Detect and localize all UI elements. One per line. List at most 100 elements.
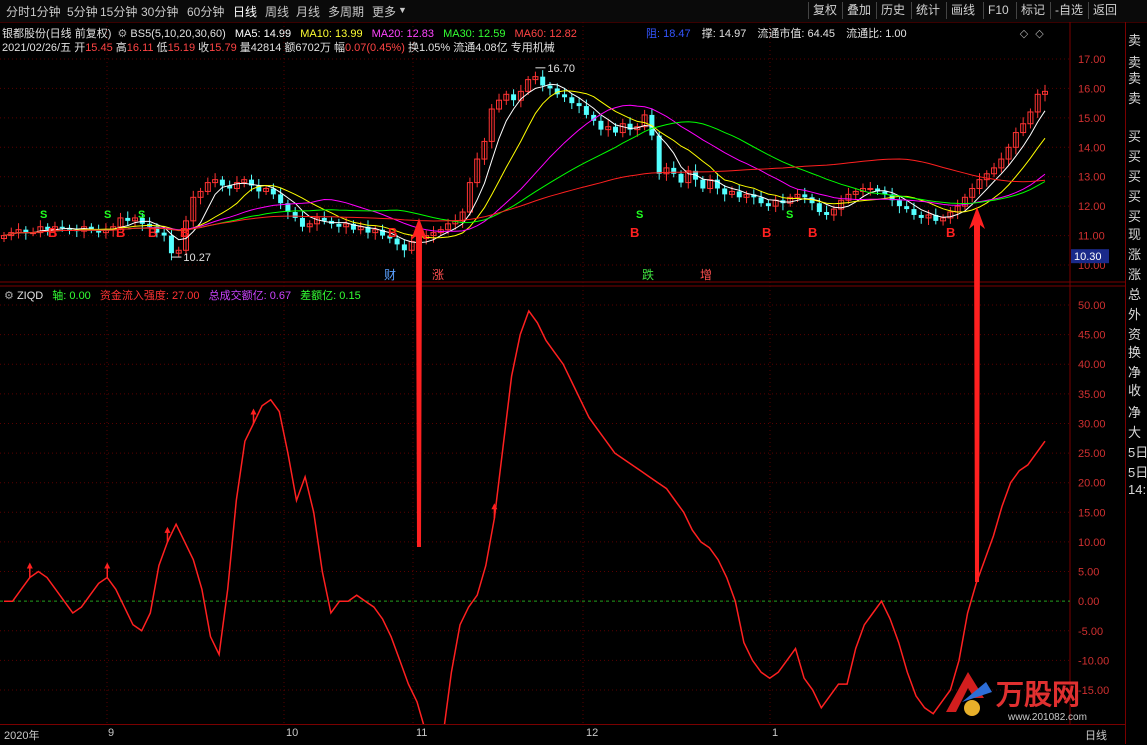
candle-body-down: [678, 173, 684, 183]
period-tab-15min[interactable]: 15分钟: [100, 3, 137, 20]
price-tick-label: 14.00: [1078, 142, 1106, 154]
indicator-tick-label: 25.00: [1078, 448, 1106, 460]
mark-button[interactable]: 标记: [1016, 2, 1049, 19]
ma5-line: [3, 83, 1046, 244]
indicator-arrow-head: [26, 562, 33, 569]
candle-body-down: [511, 94, 517, 101]
f10-button[interactable]: F10: [983, 2, 1013, 19]
indicator-tick-label: 50.00: [1078, 300, 1106, 312]
sell-signal-marker: S: [636, 209, 643, 221]
history-button[interactable]: 历史: [876, 2, 909, 19]
right-panel-label: 买: [1128, 189, 1142, 204]
date-axis-label: 1: [772, 727, 779, 739]
logo-text: 万股网: [996, 678, 1080, 711]
sell-signal-marker: S: [786, 209, 793, 221]
indicator-tick-label: 20.00: [1078, 478, 1106, 490]
date-axis-label: 9: [108, 727, 115, 739]
current-price-tag: 10.30: [1074, 251, 1102, 263]
chevron-down-icon[interactable]: ▼: [398, 5, 407, 15]
indicator-tick-label: 40.00: [1078, 359, 1106, 371]
candle-body-down: [583, 106, 589, 115]
event-label: 财: [384, 268, 396, 282]
indicator-tick-label: 10.00: [1078, 537, 1106, 549]
candle-body-down: [896, 200, 902, 207]
right-panel-label: 买: [1128, 129, 1142, 144]
indicator-arrow-head: [250, 408, 257, 415]
indicator-tick-label: 45.00: [1078, 330, 1106, 342]
candle-body-down: [758, 197, 764, 204]
price-tick-label: 12.00: [1078, 201, 1106, 213]
sell-signal-marker: S: [138, 209, 145, 221]
candle-body-down: [321, 217, 327, 221]
indicator-tick-label: 30.00: [1078, 418, 1106, 430]
period-tab-multi[interactable]: 多周期: [328, 3, 364, 20]
period-tab-60min[interactable]: 60分钟: [187, 3, 224, 20]
date-axis-bar: 2020年 9 10 11 12 1 日线: [0, 724, 1125, 745]
right-panel-label: 卖: [1128, 71, 1142, 86]
buy-signal-marker: B: [946, 225, 955, 240]
event-label: 跌: [642, 267, 654, 282]
period-tab-fenshi[interactable]: 分时: [6, 3, 30, 20]
indicator-tick-label: 35.00: [1078, 389, 1106, 401]
stats-button[interactable]: 统计: [911, 2, 944, 19]
period-tab-weekly[interactable]: 周线: [265, 3, 289, 20]
ma30-line: [3, 121, 1046, 237]
date-axis-label: 2020年: [4, 730, 40, 742]
price-tick-label: 16.00: [1078, 83, 1106, 95]
signal-arrow-right: [969, 207, 985, 582]
buy-signal-marker: B: [116, 225, 125, 240]
period-tab-1min[interactable]: 1分钟: [30, 3, 61, 20]
right-panel-label: 买: [1128, 149, 1142, 164]
candle-body-down: [671, 167, 677, 174]
candle-body-down: [569, 97, 575, 104]
period-tab-30min[interactable]: 30分钟: [141, 3, 178, 20]
price-tick-label: 17.00: [1078, 54, 1106, 66]
event-label: 增: [700, 268, 712, 282]
buy-signal-marker: B: [180, 225, 189, 240]
indicator-arrow-head: [164, 526, 171, 533]
right-panel-label: 14:: [1128, 482, 1147, 497]
period-tab-daily[interactable]: 日线: [233, 3, 257, 20]
bottom-tab-daily[interactable]: 日线: [1085, 727, 1107, 743]
price-tick-label: 15.00: [1078, 113, 1106, 125]
remove-favorite-button[interactable]: -自选: [1050, 2, 1087, 19]
candle-body-down: [336, 223, 342, 227]
candle-body-down: [736, 191, 742, 198]
period-tab-more[interactable]: 更多: [372, 3, 396, 20]
sell-signal-marker: S: [104, 209, 111, 221]
period-toolbar: 分时 1分钟 5分钟 15分钟 30分钟 60分钟 日线 周线 月线 多周期 更…: [0, 0, 1147, 23]
right-panel-label: 总: [1128, 287, 1142, 302]
candle-body-down: [59, 226, 65, 229]
right-panel-label: 大: [1128, 425, 1142, 440]
candle-body-down: [540, 76, 546, 86]
period-tab-monthly[interactable]: 月线: [296, 3, 320, 20]
candle-body-down: [219, 179, 225, 186]
date-axis-label: 11: [416, 727, 428, 739]
indicator-tick-label: -5.00: [1078, 626, 1103, 638]
high-marker-label: 16.70: [547, 63, 575, 75]
draw-line-button[interactable]: 画线: [946, 2, 979, 19]
ma10-line: [3, 90, 1046, 239]
candle-body-down: [904, 206, 910, 210]
event-label: 涨: [432, 267, 444, 282]
back-button[interactable]: 返回: [1088, 2, 1121, 19]
indicator-tick-label: 0.00: [1078, 596, 1099, 608]
period-tab-5min[interactable]: 5分钟: [67, 3, 98, 20]
buy-signal-marker: B: [388, 225, 397, 240]
candle-body-down: [918, 214, 924, 218]
indicator-arrow-head: [104, 562, 111, 569]
indicator-tick-label: 5.00: [1078, 567, 1099, 579]
chart-canvas[interactable]: 16.7010.27B B B B B B B B BS S S S S财涨跌增 17.0016.001…: [0, 22, 1125, 724]
candle-body-down: [802, 194, 808, 198]
right-info-panel: 卖卖卖卖买买买买买现涨涨总外资换净收净大 5日 5日 14:: [1125, 22, 1147, 744]
overlay-button[interactable]: 叠加: [842, 2, 875, 19]
buy-signal-marker: B: [630, 225, 639, 240]
candle-body-down: [700, 179, 706, 189]
right-panel-label: 资: [1128, 327, 1142, 342]
adjust-button[interactable]: 复权: [808, 2, 841, 19]
buy-signal-marker: B: [148, 225, 157, 240]
candle-body-down: [816, 203, 822, 213]
sell-signal-marker: S: [40, 209, 47, 221]
right-panel-label: 5日: [1128, 445, 1147, 460]
candle-body-down: [911, 209, 917, 215]
